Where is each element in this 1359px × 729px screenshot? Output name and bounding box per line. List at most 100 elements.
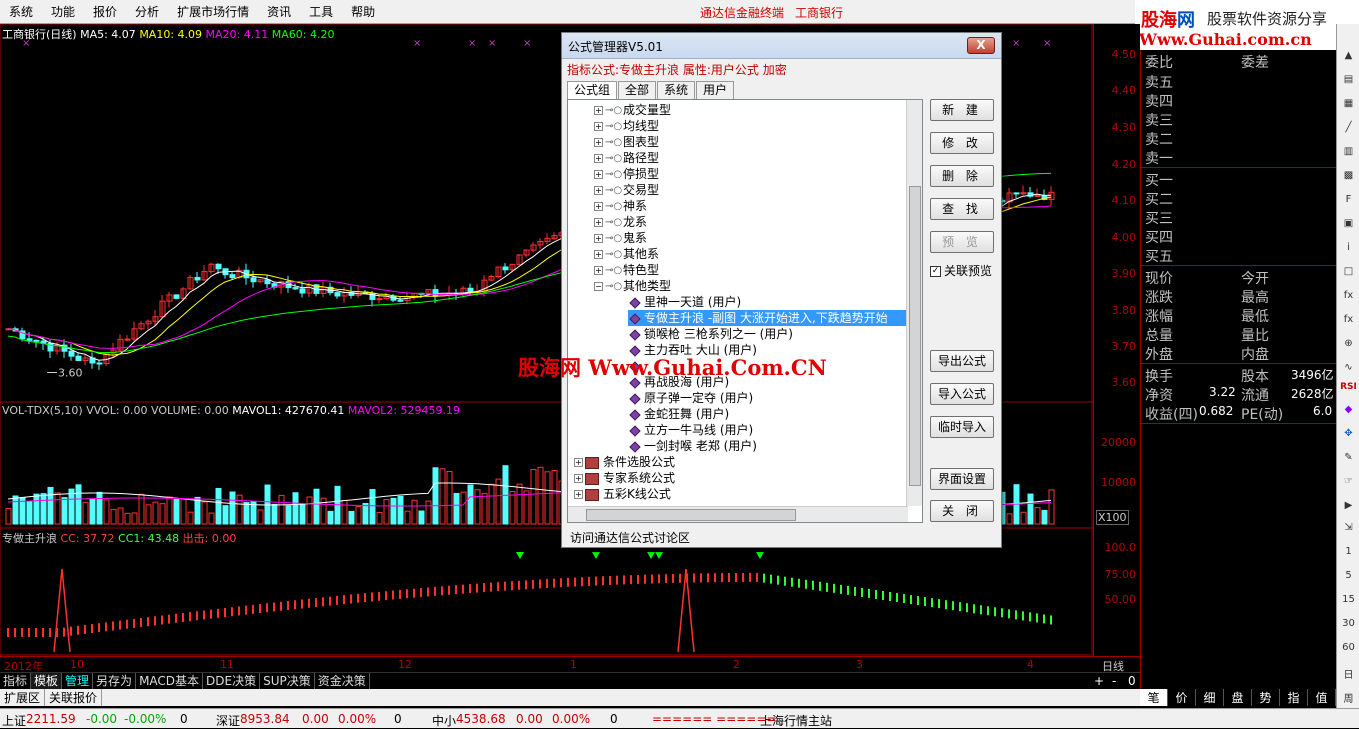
- tab-save-as[interactable]: 另存为: [93, 673, 137, 689]
- edit-button[interactable]: 修 改: [930, 132, 994, 154]
- toolbar-pen-icon[interactable]: ✎: [1340, 452, 1357, 467]
- formula-category[interactable]: + 五彩K线公式: [574, 486, 671, 502]
- temp-import-button[interactable]: 临时导入: [930, 416, 994, 438]
- formula-item[interactable]: 专做主升浪 -副图 大涨开始进入,下跌趋势开始: [628, 310, 906, 326]
- tab-indicator[interactable]: 指标: [0, 673, 32, 689]
- expand-icon[interactable]: +: [594, 154, 603, 163]
- import-formula-button[interactable]: 导入公式: [930, 383, 994, 405]
- toolbar-diamond-icon[interactable]: ◆: [1340, 404, 1357, 419]
- tab-trades[interactable]: 笔: [1140, 689, 1168, 706]
- tab-value[interactable]: 值: [1308, 689, 1336, 706]
- zoom-in-button[interactable]: +: [1094, 674, 1104, 688]
- find-button[interactable]: 查 找: [930, 198, 994, 220]
- expand-icon[interactable]: +: [574, 490, 583, 499]
- toolbar-list-icon[interactable]: ▦: [1340, 98, 1357, 113]
- tab-fund[interactable]: 资金决策: [315, 673, 370, 689]
- formula-group[interactable]: + ⊸○龙系: [594, 214, 647, 230]
- toolbar-right-icon[interactable]: ▶: [1340, 500, 1357, 515]
- expand-icon[interactable]: +: [594, 122, 603, 131]
- tab-detail[interactable]: 细: [1196, 689, 1224, 706]
- toolbar-bars-icon[interactable]: ▥: [1340, 146, 1357, 161]
- formula-category[interactable]: + 专家系统公式: [574, 470, 675, 486]
- toolbar-rsi-icon[interactable]: RSI: [1340, 382, 1357, 397]
- toolbar-hand-icon[interactable]: ☞: [1340, 476, 1357, 491]
- expand-icon[interactable]: +: [594, 138, 603, 147]
- formula-item[interactable]: 锁喉枪 三枪系列之一 (用户): [628, 326, 793, 342]
- expand-icon[interactable]: +: [574, 458, 583, 467]
- delete-button[interactable]: 删 除: [930, 165, 994, 187]
- formula-item[interactable]: 原子弹一定夺 (用户): [628, 390, 753, 406]
- forum-link[interactable]: 访问通达信公式讨论区: [570, 529, 690, 546]
- toolbar-n15[interactable]: 15: [1340, 594, 1357, 609]
- toolbar-grid-icon[interactable]: ▩: [1340, 170, 1357, 185]
- expand-icon[interactable]: +: [574, 474, 583, 483]
- tab-user[interactable]: 用户: [696, 81, 735, 99]
- dialog-titlebar[interactable]: 公式管理器V5.01 X: [562, 33, 1001, 59]
- toolbar-fund-icon[interactable]: F: [1340, 194, 1357, 209]
- scroll-thumb[interactable]: [586, 509, 796, 521]
- toolbar-n5[interactable]: 5: [1340, 570, 1357, 585]
- tab-sup[interactable]: SUP决策: [260, 673, 315, 689]
- toolbar-up-icon[interactable]: ▲: [1340, 50, 1357, 65]
- menu-tools[interactable]: 工具: [300, 3, 342, 20]
- tab-system[interactable]: 系统: [657, 81, 696, 99]
- toolbar-info-icon[interactable]: i: [1340, 242, 1357, 257]
- formula-group[interactable]: + ⊸○其他系: [594, 246, 659, 262]
- toolbar-line-icon[interactable]: ╱: [1340, 122, 1357, 137]
- expand-icon[interactable]: +: [594, 250, 603, 259]
- toolbar-expand-icon[interactable]: ⇲: [1340, 522, 1357, 537]
- tab-trend[interactable]: 势: [1252, 689, 1280, 706]
- menu-quote[interactable]: 报价: [84, 3, 126, 20]
- tab-all[interactable]: 全部: [618, 81, 657, 99]
- formula-group[interactable]: − ⊸○其他类型: [594, 278, 671, 294]
- reset-button[interactable]: 0: [1128, 674, 1136, 688]
- toolbar-move-icon[interactable]: ✥: [1340, 428, 1357, 443]
- formula-group[interactable]: + ⊸○停损型: [594, 166, 659, 182]
- formula-group[interactable]: + ⊸○神系: [594, 198, 647, 214]
- toolbar-week[interactable]: 周: [1340, 690, 1357, 705]
- tab-index[interactable]: 指: [1280, 689, 1308, 706]
- formula-item[interactable]: 一剑封喉 老郑 (用户): [628, 438, 757, 454]
- tab-macd[interactable]: MACD基本: [136, 673, 204, 689]
- formula-item[interactable]: 里神一天道 (用户): [628, 294, 741, 310]
- menu-system[interactable]: 系统: [0, 3, 42, 20]
- expand-icon[interactable]: +: [594, 106, 603, 115]
- menu-analysis[interactable]: 分析: [126, 3, 168, 20]
- toolbar-day[interactable]: 日: [1340, 666, 1357, 681]
- tab-dde[interactable]: DDE决策: [203, 673, 261, 689]
- tab-extension[interactable]: 扩展区: [0, 689, 46, 706]
- expand-icon[interactable]: +: [594, 202, 603, 211]
- menu-function[interactable]: 功能: [42, 3, 84, 20]
- menu-extended-market[interactable]: 扩展市场行情: [168, 3, 258, 20]
- toolbar-formula-icon[interactable]: fx: [1340, 290, 1357, 305]
- formula-group[interactable]: + ⊸○均线型: [594, 118, 659, 134]
- export-formula-button[interactable]: 导出公式: [930, 350, 994, 372]
- preview-button[interactable]: 预 览: [930, 231, 994, 253]
- zoom-out-button[interactable]: -: [1112, 674, 1116, 688]
- close-button[interactable]: 关 闭: [930, 500, 994, 522]
- toolbar-n60[interactable]: 60: [1340, 642, 1357, 657]
- toolbar-wave-icon[interactable]: ∿: [1340, 362, 1357, 377]
- tab-formula-group[interactable]: 公式组: [567, 81, 618, 100]
- tab-price[interactable]: 价: [1168, 689, 1196, 706]
- expand-icon[interactable]: +: [594, 234, 603, 243]
- tree-vertical-scrollbar[interactable]: [906, 100, 922, 506]
- formula-group[interactable]: + ⊸○特色型: [594, 262, 659, 278]
- server-station[interactable]: 上海行情主站: [760, 712, 832, 729]
- formula-group[interactable]: + ⊸○图表型: [594, 134, 659, 150]
- formula-category[interactable]: + 条件选股公式: [574, 454, 675, 470]
- expand-icon[interactable]: +: [594, 186, 603, 195]
- toolbar-n1[interactable]: 1: [1340, 546, 1357, 561]
- toolbar-doc-icon[interactable]: ▣: [1340, 218, 1357, 233]
- formula-item[interactable]: 金蛇狂舞 (用户): [628, 406, 729, 422]
- formula-group[interactable]: + ⊸○路径型: [594, 150, 659, 166]
- expand-icon[interactable]: +: [594, 218, 603, 227]
- formula-group[interactable]: + ⊸○成交量型: [594, 102, 671, 118]
- toolbar-chart-icon[interactable]: ▤: [1340, 74, 1357, 89]
- toolbar-panel-icon[interactable]: □: [1340, 266, 1357, 281]
- expand-icon[interactable]: +: [594, 170, 603, 179]
- tree-horizontal-scrollbar[interactable]: [568, 506, 908, 522]
- formula-group[interactable]: + ⊸○交易型: [594, 182, 659, 198]
- tab-related-quote[interactable]: 关联报价: [45, 689, 103, 706]
- toolbar-formula2-icon[interactable]: fx: [1340, 314, 1357, 329]
